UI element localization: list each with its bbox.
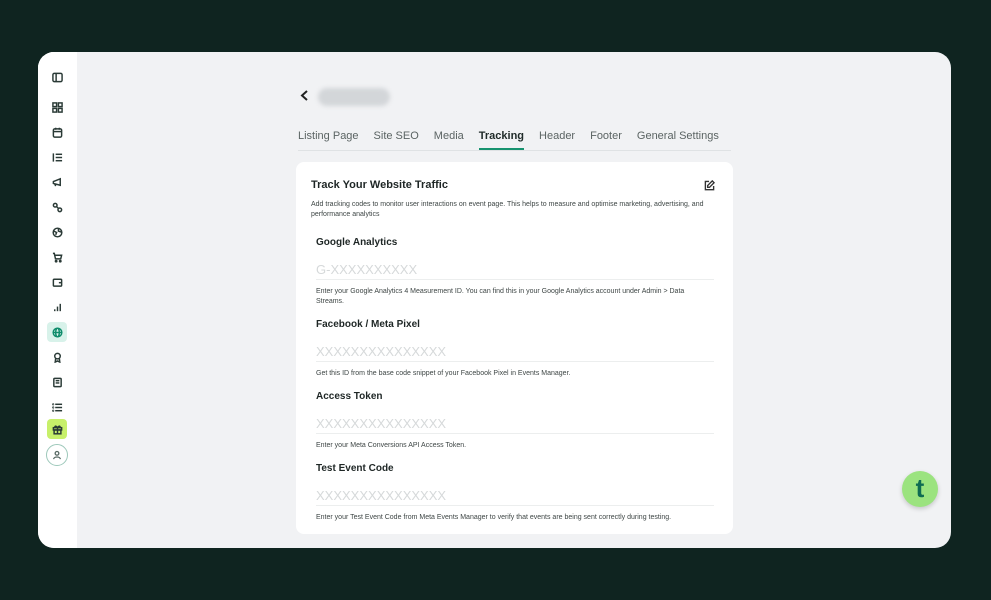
field-label: Facebook / Meta Pixel <box>316 319 420 330</box>
edit-icon[interactable] <box>703 179 715 191</box>
field-label: Google Analytics <box>316 237 398 248</box>
card-title: Track Your Website Traffic <box>311 179 448 191</box>
badge-icon[interactable] <box>47 347 67 367</box>
field-label: Test Event Code <box>316 463 394 474</box>
field-help-text: Enter your Test Event Code from Meta Eve… <box>316 514 672 521</box>
tab-site-seo[interactable]: Site SEO <box>374 122 419 149</box>
field-help-text: Enter your Google Analytics 4 Measuremen… <box>316 288 685 305</box>
phone-icon[interactable] <box>47 197 67 217</box>
card-description: Add tracking codes to monitor user inter… <box>311 201 704 218</box>
calendar-icon[interactable] <box>47 122 67 142</box>
meta-pixel-input[interactable] <box>316 341 714 362</box>
tracking-card: Track Your Website Traffic Add tracking … <box>296 162 733 534</box>
sidebar <box>38 52 77 548</box>
google-analytics-input[interactable] <box>316 259 714 280</box>
tab-header[interactable]: Header <box>539 122 575 149</box>
brand-logo-letter: t <box>915 473 925 503</box>
page-title-redacted <box>318 88 390 106</box>
field-help-text: Get this ID from the base code snippet o… <box>316 370 571 377</box>
user-avatar[interactable] <box>46 444 68 466</box>
access-token-input[interactable] <box>316 413 714 434</box>
wallet-icon[interactable] <box>47 272 67 292</box>
globe-icon[interactable] <box>47 222 67 242</box>
brand-logo-button[interactable]: t <box>902 471 938 507</box>
tab-tracking[interactable]: Tracking <box>478 122 525 150</box>
book-icon[interactable] <box>47 372 67 392</box>
tab-listing-page[interactable]: Listing Page <box>298 122 359 149</box>
tab-media[interactable]: Media <box>434 122 464 149</box>
test-event-code-input[interactable] <box>316 485 714 506</box>
list-ordered-icon[interactable] <box>47 147 67 167</box>
tab-general-settings[interactable]: General Settings <box>637 122 719 149</box>
megaphone-icon[interactable] <box>47 172 67 192</box>
website-globe-icon[interactable] <box>47 322 67 342</box>
app-window: Listing Page Site SEO Media Tracking Hea… <box>38 52 951 548</box>
test-event-code-field: Test Event Code Enter your Test Event Co… <box>316 463 714 523</box>
bar-chart-icon[interactable] <box>47 297 67 317</box>
chevron-left-icon <box>300 89 308 101</box>
tab-footer[interactable]: Footer <box>590 122 622 149</box>
google-analytics-field: Google Analytics Enter your Google Analy… <box>316 237 714 307</box>
access-token-field: Access Token Enter your Meta Conversions… <box>316 391 714 451</box>
field-help-text: Enter your Meta Conversions API Access T… <box>316 442 467 449</box>
field-label: Access Token <box>316 391 383 402</box>
meta-pixel-field: Facebook / Meta Pixel Get this ID from t… <box>316 319 714 379</box>
dashboard-grid-icon[interactable] <box>47 97 67 117</box>
sidebar-toggle-icon[interactable] <box>47 67 67 87</box>
settings-tabs: Listing Page Site SEO Media Tracking Hea… <box>298 122 731 151</box>
back-button[interactable] <box>296 86 312 104</box>
cart-icon[interactable] <box>47 247 67 267</box>
gift-icon[interactable] <box>47 419 67 439</box>
menu-list-icon[interactable] <box>47 397 67 417</box>
